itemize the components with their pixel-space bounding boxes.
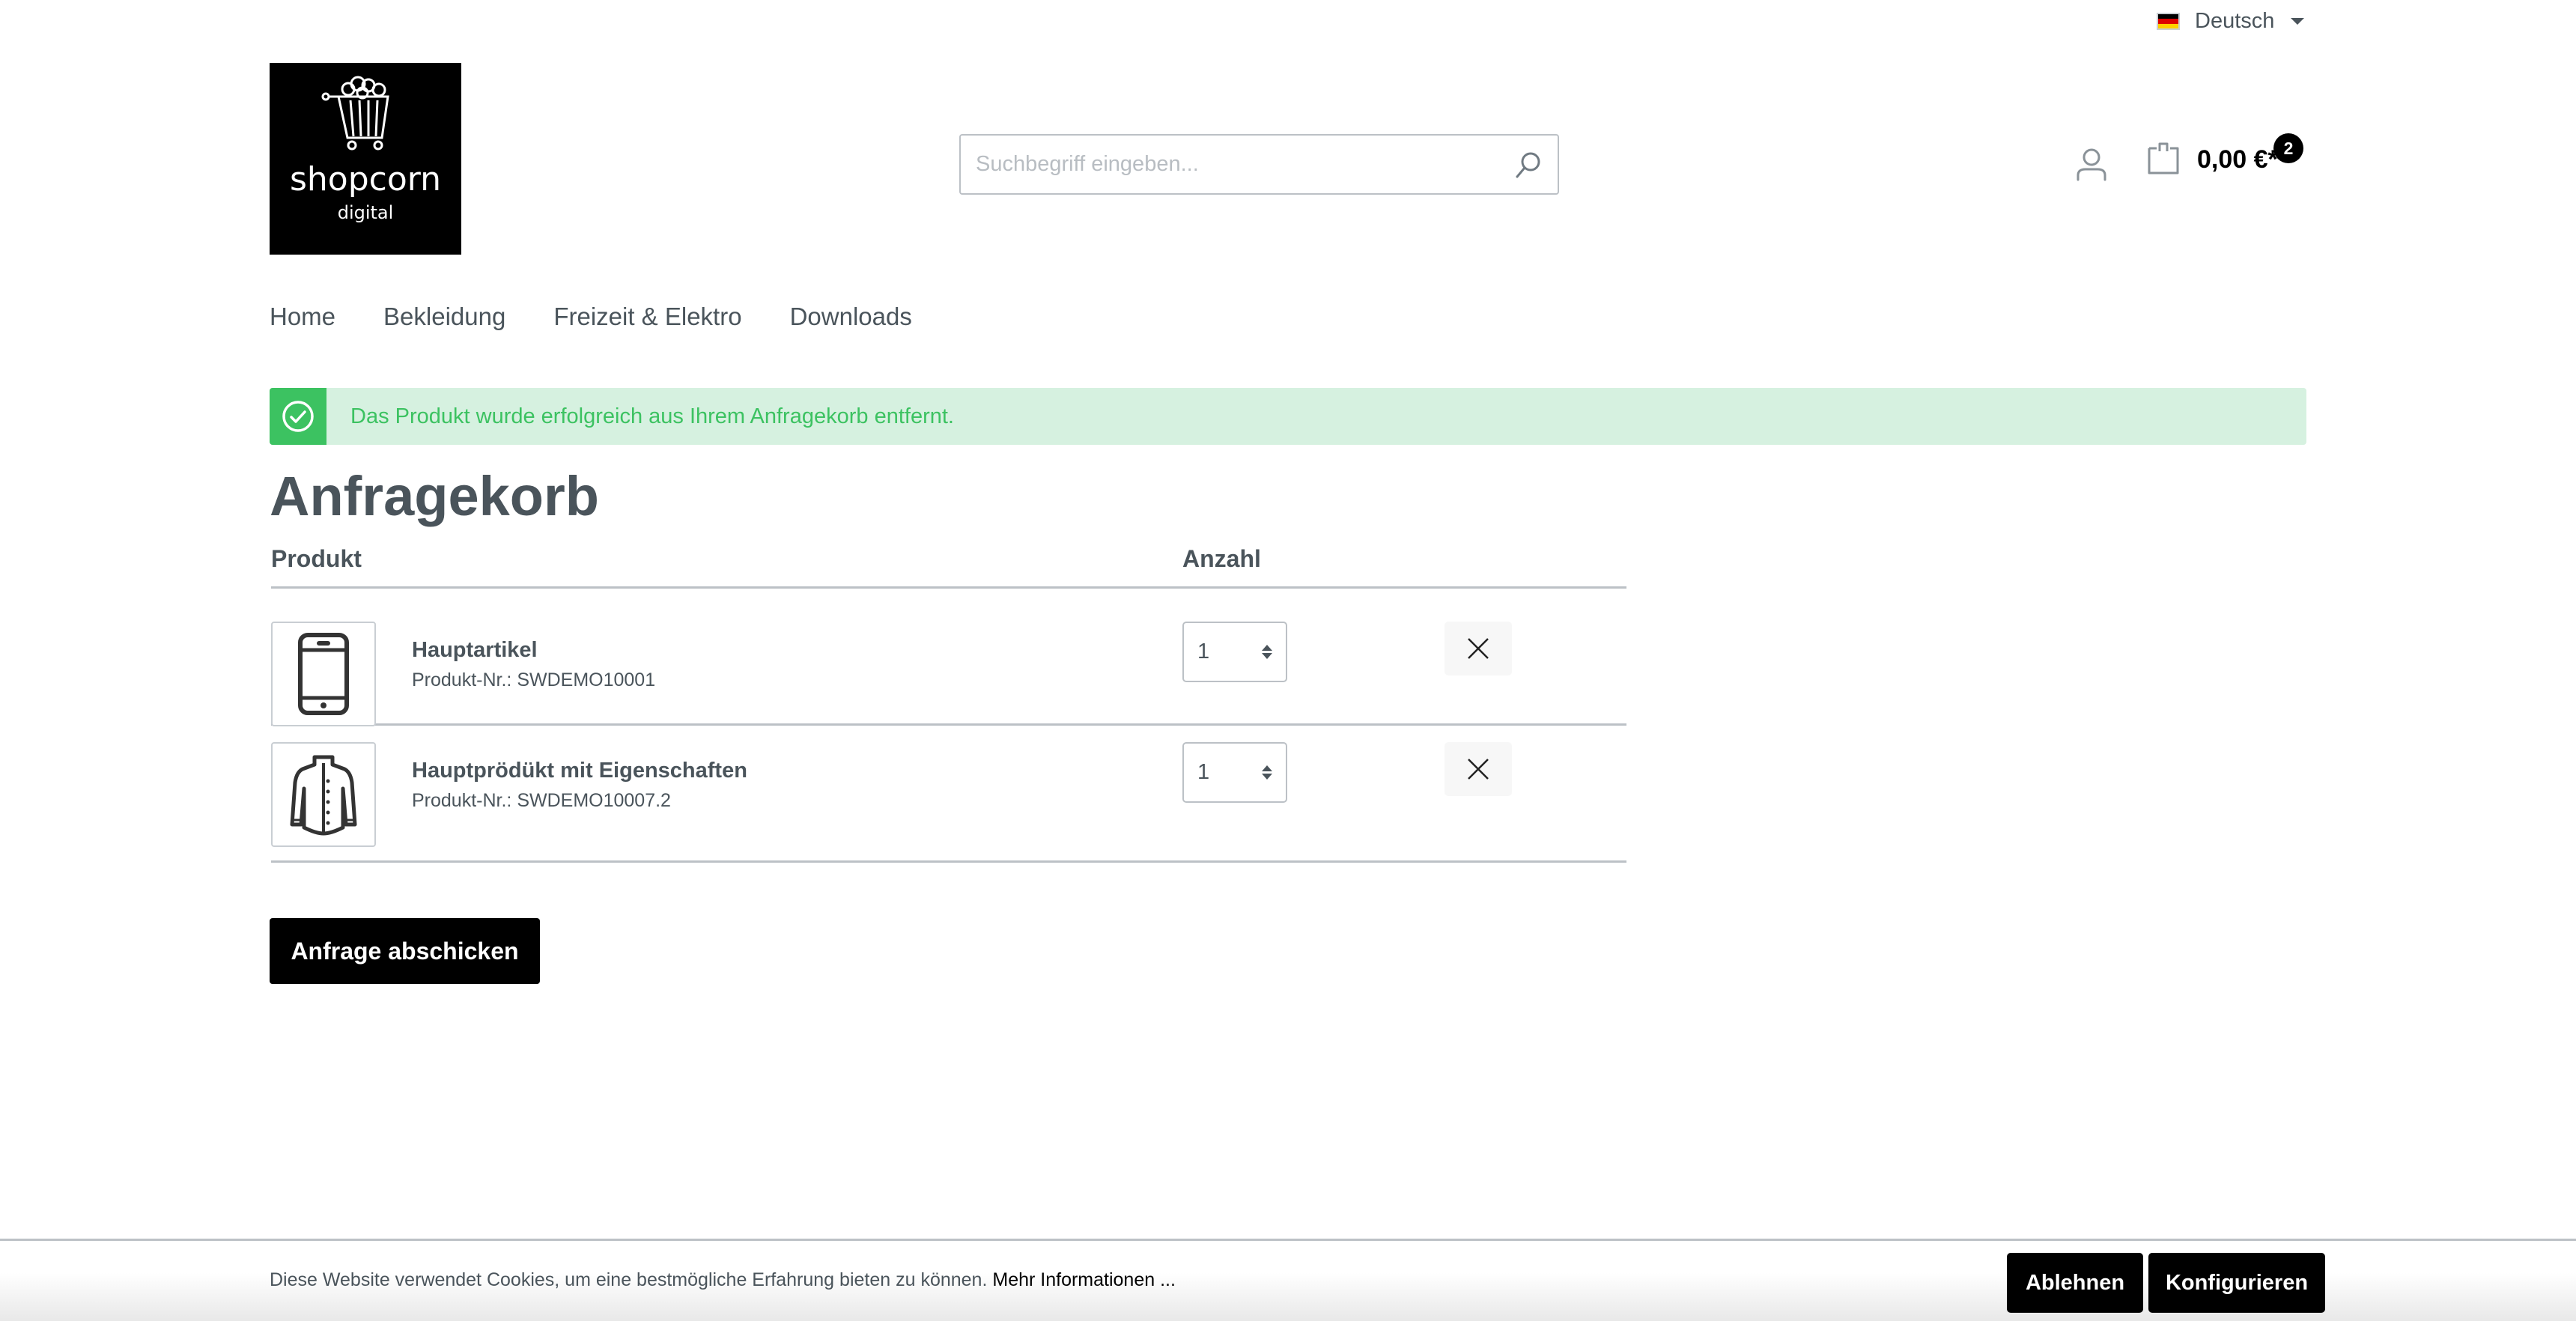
nav-item-bekleidung[interactable]: Bekleidung — [383, 303, 505, 331]
account-button[interactable] — [2074, 147, 2109, 181]
product-name[interactable]: Hauptprödükt mit Eigenschaften — [412, 759, 747, 783]
quantity-value: 1 — [1197, 640, 1210, 663]
nav-item-freizeit-elektro[interactable]: Freizeit & Elektro — [553, 303, 741, 331]
cookie-message: Diese Website verwendet Cookies, um eine… — [270, 1269, 1176, 1291]
search-button[interactable] — [1498, 136, 1558, 193]
submit-request-button[interactable]: Anfrage abschicken — [270, 918, 540, 984]
caret-down-icon — [2291, 18, 2305, 25]
select-arrows-icon — [1262, 645, 1272, 659]
success-alert: Das Produkt wurde erfolgreich aus Ihrem … — [270, 388, 2306, 445]
quantity-select[interactable]: 1 — [1182, 742, 1287, 803]
cart-button[interactable]: 0,00 €* 2 — [2146, 133, 2303, 175]
shopping-bag-icon — [2148, 142, 2179, 174]
decline-cookies-button[interactable]: Ablehnen — [2007, 1253, 2143, 1313]
close-icon — [1468, 759, 1489, 780]
svg-text:digital: digital — [338, 202, 394, 223]
shopcorn-logo-icon: shopcorn digital — [290, 76, 441, 223]
shop-logo[interactable]: shopcorn digital — [270, 63, 461, 255]
check-circle-icon — [282, 401, 314, 432]
smartphone-icon — [298, 633, 349, 715]
column-header-product: Produkt — [271, 545, 362, 572]
search-bar — [959, 134, 1559, 195]
table-row: Hauptprödükt mit Eigenschaften Produkt-N… — [271, 726, 1626, 863]
cookie-banner: Diese Website verwendet Cookies, um eine… — [0, 1239, 2576, 1321]
alert-icon-box — [270, 388, 326, 445]
language-label: Deutsch — [2195, 9, 2275, 33]
quantity-value: 1 — [1197, 760, 1210, 784]
alert-message: Das Produkt wurde erfolgreich aus Ihrem … — [350, 404, 954, 428]
product-number: Produkt-Nr.: SWDEMO10001 — [412, 669, 656, 690]
product-thumbnail[interactable] — [271, 742, 376, 847]
select-arrows-icon — [1262, 765, 1272, 780]
cookie-text: Diese Website verwendet Cookies, um eine… — [270, 1269, 988, 1290]
german-flag-icon — [2157, 13, 2180, 30]
request-basket-table: Produkt Anzahl Hauptartikel Produkt-Nr.:… — [271, 542, 1626, 863]
user-icon — [2077, 148, 2106, 181]
table-header: Produkt Anzahl — [271, 542, 1626, 589]
product-number: Produkt-Nr.: SWDEMO10007.2 — [412, 790, 671, 811]
column-header-quantity: Anzahl — [1182, 545, 1261, 572]
nav-item-home[interactable]: Home — [270, 303, 335, 331]
nav-item-downloads[interactable]: Downloads — [790, 303, 912, 331]
product-thumbnail[interactable] — [271, 622, 376, 726]
remove-item-button[interactable] — [1445, 622, 1512, 675]
configure-cookies-button[interactable]: Konfigurieren — [2148, 1253, 2325, 1313]
close-icon — [1468, 638, 1489, 659]
language-switcher[interactable]: Deutsch — [2157, 9, 2305, 34]
svg-text:shopcorn: shopcorn — [290, 160, 441, 198]
jacket-icon — [290, 755, 357, 836]
page-title: Anfragekorb — [270, 465, 599, 527]
search-input[interactable] — [961, 136, 1498, 193]
cart-total: 0,00 €* — [2197, 145, 2278, 174]
more-info-link[interactable]: Mehr Informationen ... — [992, 1269, 1176, 1290]
cart-count-badge: 2 — [2273, 133, 2303, 163]
remove-item-button[interactable] — [1445, 742, 1512, 796]
quantity-select[interactable]: 1 — [1182, 622, 1287, 682]
search-icon — [1516, 152, 1540, 177]
main-navigation: Home Bekleidung Freizeit & Elektro Downl… — [270, 303, 912, 331]
table-row: Hauptartikel Produkt-Nr.: SWDEMO10001 1 — [271, 589, 1626, 726]
product-name[interactable]: Hauptartikel — [412, 638, 538, 663]
